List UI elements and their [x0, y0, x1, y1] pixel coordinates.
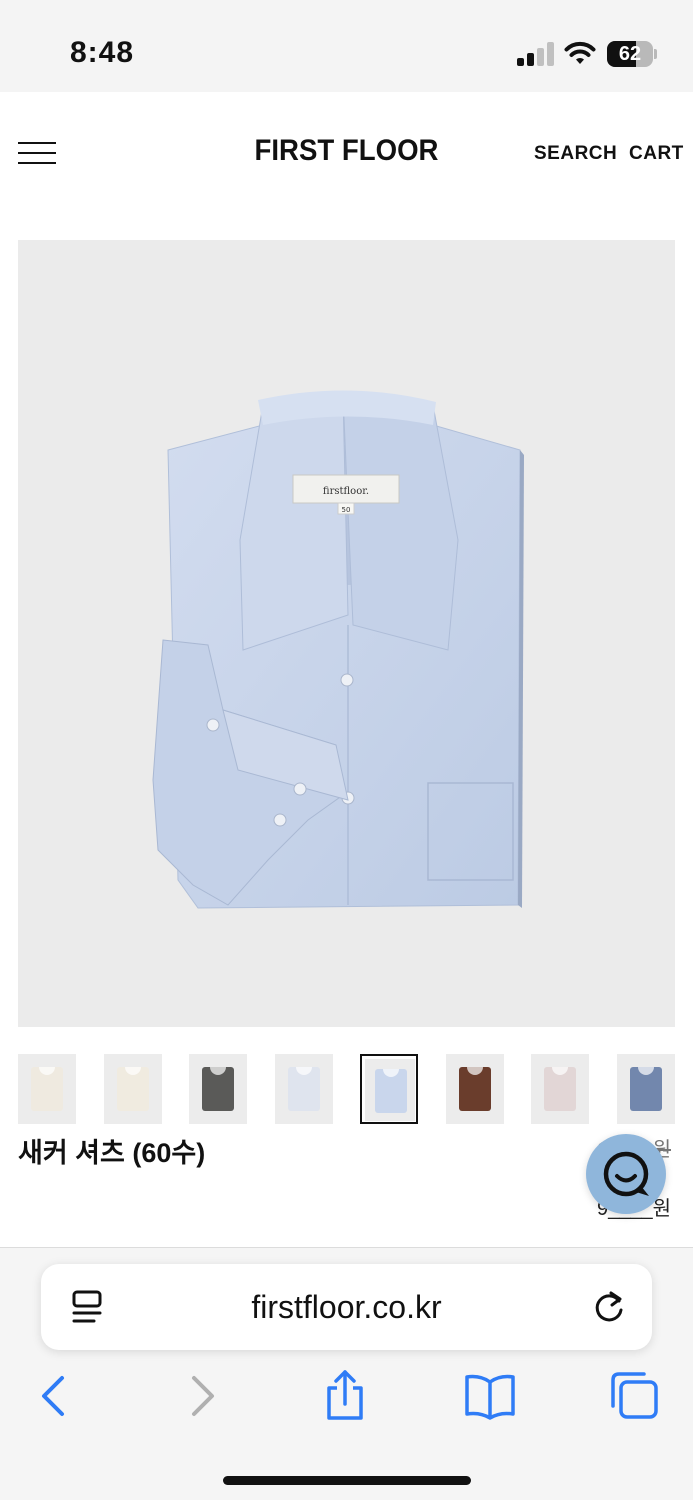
product-thumbnail[interactable]: [189, 1054, 247, 1124]
bookmarks-icon[interactable]: [462, 1368, 518, 1424]
chat-icon: [603, 1151, 649, 1197]
product-image[interactable]: firstfloor. 50: [18, 240, 675, 1027]
product-thumbnail[interactable]: [103, 1054, 162, 1124]
site-header: FIRST FLOOR SEARCH CART: [0, 92, 693, 212]
forward-icon[interactable]: [174, 1368, 230, 1424]
shirt-illustration: firstfloor. 50: [152, 390, 524, 909]
wifi-icon: [564, 40, 596, 66]
back-icon[interactable]: [26, 1368, 82, 1424]
browser-toolbar: firstfloor.co.kr: [0, 1247, 693, 1500]
search-link[interactable]: SEARCH: [534, 143, 617, 165]
product-name: 새커 셔츠 (60수): [18, 1138, 206, 1168]
product-thumbnail[interactable]: [445, 1054, 504, 1124]
battery-icon: 62: [607, 41, 657, 67]
chat-button[interactable]: [586, 1134, 666, 1214]
product-thumbnail[interactable]: [18, 1054, 76, 1124]
url-text[interactable]: firstfloor.co.kr: [41, 1289, 652, 1326]
status-time: 8:48: [70, 36, 135, 69]
cellular-signal-icon: [517, 42, 555, 66]
home-indicator: [223, 1476, 471, 1485]
cart-link[interactable]: CART: [629, 143, 684, 165]
tabs-icon[interactable]: [606, 1368, 662, 1424]
battery-percent: 62: [618, 43, 642, 65]
product-thumbnail[interactable]: [274, 1054, 333, 1124]
product-thumbnail[interactable]: [616, 1054, 675, 1124]
tag-size-text: 50: [342, 506, 351, 514]
product-thumbnail[interactable]: [531, 1054, 589, 1124]
thumbnail-strip: [18, 1054, 678, 1124]
tag-brand-text: firstfloor.: [323, 486, 369, 497]
product-thumbnail[interactable]: [360, 1054, 418, 1124]
address-bar[interactable]: firstfloor.co.kr: [41, 1264, 652, 1350]
status-bar: 8:48 62: [0, 0, 693, 92]
reload-icon[interactable]: [592, 1288, 626, 1326]
share-icon[interactable]: [317, 1368, 373, 1424]
